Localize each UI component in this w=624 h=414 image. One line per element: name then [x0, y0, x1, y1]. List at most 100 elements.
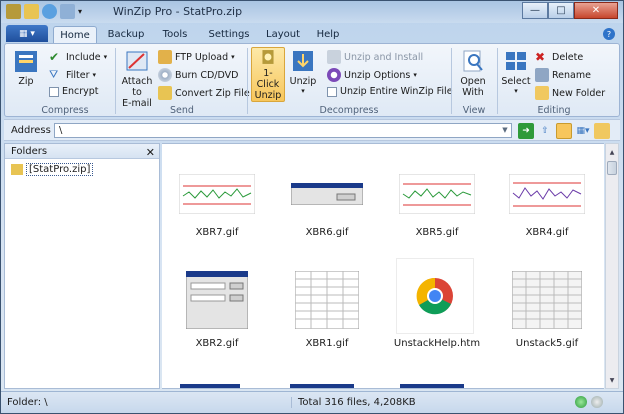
separator [115, 48, 116, 114]
close-icon[interactable]: ✕ [146, 145, 155, 160]
maximize-button[interactable]: □ [548, 2, 574, 19]
select-button[interactable]: Select ▾ [501, 48, 531, 95]
address-input[interactable]: \ ▼ [54, 123, 512, 138]
burn-button[interactable]: Burn CD/DVD [158, 68, 238, 82]
chart-thumbnail-icon [509, 174, 585, 214]
globe-icon[interactable] [42, 4, 57, 19]
tab-help[interactable]: Help [313, 26, 343, 43]
tab-tools[interactable]: Tools [155, 26, 195, 43]
rename-button[interactable]: Rename [535, 68, 591, 82]
wizard-icon[interactable] [60, 4, 75, 19]
unzip-install-button[interactable]: Unzip and Install [327, 50, 423, 64]
app-menu-button[interactable]: ▦ ▾ [6, 25, 48, 42]
thumbnail-unstackhelp[interactable] [396, 258, 474, 334]
delete-label: Delete [552, 51, 584, 63]
open-icon[interactable] [24, 4, 39, 19]
thumbnail-xbr2[interactable] [174, 262, 260, 338]
zip-label: Zip [18, 76, 34, 87]
ftp-upload-button[interactable]: FTP Upload ▾ [158, 50, 235, 64]
table-thumbnail-icon [512, 271, 582, 329]
title-bar: ▾ WinZip Pro - StatPro.zip — □ ✕ [1, 1, 623, 23]
dialog-thumbnail-icon [291, 183, 363, 205]
views-icon[interactable]: ▦▾ [575, 123, 591, 139]
one-click-unzip-button[interactable]: 1-Click Unzip [251, 47, 285, 102]
thumbnail-xbr7[interactable] [174, 156, 260, 232]
chrome-icon [416, 277, 453, 315]
winzip-window: ▾ WinZip Pro - StatPro.zip — □ ✕ ▦ ▾ Hom… [0, 0, 624, 414]
folders-header: Folders ✕ [5, 144, 159, 159]
delete-button[interactable]: ✖ Delete [535, 50, 583, 64]
tree-item-root[interactable]: [StatPro.zip] [11, 163, 94, 176]
window-title: WinZip Pro - StatPro.zip [113, 5, 243, 18]
install-icon [327, 50, 341, 64]
up-folder-icon[interactable]: ⇧ [537, 123, 553, 139]
unzip-entire-label: Unzip Entire WinZip File [340, 86, 453, 97]
zip-button[interactable]: Zip [13, 48, 39, 87]
select-icon [506, 52, 526, 70]
scroll-thumb[interactable] [607, 161, 617, 175]
folders-view-icon[interactable] [556, 123, 572, 139]
convert-zip-button[interactable]: Convert Zip File [158, 86, 250, 100]
app-logo-icon [6, 4, 21, 19]
folders-title: Folders [11, 146, 48, 157]
table-thumbnail-icon [295, 271, 359, 329]
address-value: \ [59, 125, 63, 136]
scroll-up-icon[interactable]: ▲ [606, 146, 618, 158]
dialog-thumbnail-icon [186, 271, 248, 329]
ftp-label: FTP Upload [175, 51, 229, 63]
open-with-label: Open With [460, 76, 486, 98]
decompress-group-label: Decompress [319, 105, 379, 116]
help-icon[interactable]: ? [603, 28, 615, 40]
tab-settings[interactable]: Settings [205, 26, 253, 43]
partial-thumbnail [290, 384, 354, 388]
qat-dropdown-icon[interactable]: ▾ [78, 7, 82, 16]
close-button[interactable]: ✕ [574, 2, 618, 19]
chart-thumbnail-icon [179, 174, 255, 214]
zip-folder-icon [11, 164, 23, 175]
encrypt-checkbox[interactable]: Encrypt [49, 86, 99, 97]
chart-thumbnail-icon [399, 174, 475, 214]
attach-email-button[interactable]: Attach to E-mail [117, 48, 157, 109]
attach-icon [126, 51, 148, 71]
thumbnail-unstack5[interactable] [504, 262, 590, 338]
file-label: XBR4.gif [525, 227, 569, 238]
convert-icon [158, 86, 172, 100]
status-bar: Folder: \ Total 316 files, 4,208KB [1, 391, 623, 413]
tab-backup[interactable]: Backup [103, 26, 149, 43]
compress-group-label: Compress [41, 105, 89, 116]
zip-icon [15, 51, 37, 72]
vertical-scrollbar[interactable]: ▲ ▼ [605, 143, 619, 389]
address-bar: Address \ ▼ ➜ ⇧ ▦▾ [4, 119, 620, 141]
go-icon[interactable]: ➜ [518, 123, 534, 139]
chevron-down-icon[interactable]: ▼ [499, 124, 511, 137]
scroll-down-icon[interactable]: ▼ [606, 374, 618, 386]
folder-icon [535, 86, 549, 100]
include-button[interactable]: ✔ Include ▾ [49, 50, 107, 64]
folders-pane: Folders ✕ [StatPro.zip] [4, 143, 160, 389]
one-click-label: 1-Click Unzip [254, 68, 282, 101]
filter-button[interactable]: ⛛ Filter ▾ [49, 68, 96, 82]
checkbox-icon [49, 86, 59, 97]
file-label: XBR5.gif [415, 227, 459, 238]
open-with-button[interactable]: Open With [457, 48, 489, 98]
thumbnail-xbr5[interactable] [394, 156, 480, 232]
select-label: Select [501, 76, 531, 87]
tab-home[interactable]: Home [53, 26, 97, 43]
folder-icon[interactable] [594, 123, 610, 139]
magnifier-icon [463, 50, 483, 72]
partial-thumbnail [400, 384, 464, 388]
thumbnail-xbr6[interactable] [284, 156, 370, 232]
tab-layout[interactable]: Layout [263, 26, 303, 43]
thumbnail-xbr4[interactable] [504, 156, 590, 232]
minimize-button[interactable]: — [522, 2, 548, 19]
rename-icon [535, 68, 549, 82]
file-view: XBR7.gif XBR6.gif XBR5.gif XBR4.gif XBR2… [162, 143, 604, 389]
unzip-button[interactable]: Unzip ▾ [289, 48, 317, 95]
unzip-options-button[interactable]: Unzip Options ▾ [327, 68, 417, 82]
checkbox-icon [327, 86, 337, 97]
thumbnail-xbr1[interactable] [284, 262, 370, 338]
unzip-entire-checkbox[interactable]: Unzip Entire WinZip File [327, 86, 453, 97]
status-folder: Folder: \ [7, 397, 48, 408]
filter-icon: ⛛ [49, 68, 59, 81]
new-folder-button[interactable]: New Folder [535, 86, 605, 100]
